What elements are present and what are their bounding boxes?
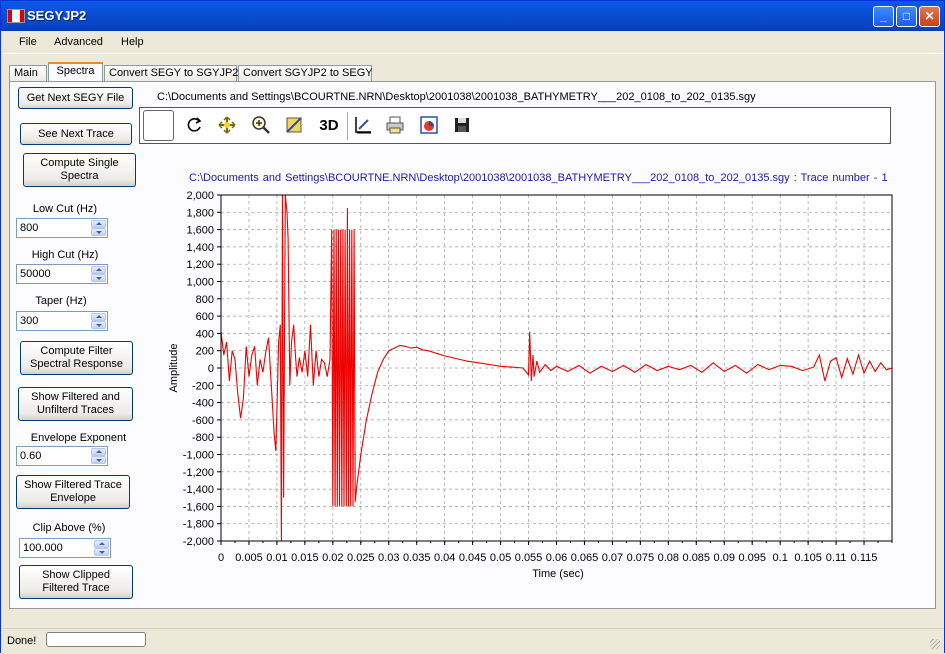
tab-main-label: Main bbox=[14, 67, 38, 79]
show-filtered-unfiltered-button[interactable]: Show Filtered and Unfilterd Traces bbox=[18, 387, 133, 421]
menu-help[interactable]: Help bbox=[121, 36, 144, 48]
see-next-trace-label: See Next Trace bbox=[38, 127, 114, 140]
spin-down-icon[interactable] bbox=[94, 548, 109, 556]
spin-up-icon[interactable] bbox=[91, 313, 106, 321]
spin-down-icon[interactable] bbox=[91, 456, 106, 464]
app-window: SEGYJP2 _ □ ✕ File Advanced Help Main Sp… bbox=[0, 0, 945, 653]
3d-label: 3D bbox=[319, 116, 339, 134]
taper-spinner[interactable]: 300 bbox=[16, 311, 108, 331]
spin-up-icon[interactable] bbox=[91, 448, 106, 456]
rotate-icon[interactable] bbox=[183, 114, 205, 136]
status-bar: Done! bbox=[1, 628, 944, 653]
tab-convert-segy-to-sgyjp2[interactable]: Convert SEGY to SGYJP2 bbox=[104, 65, 239, 81]
clip-above-spinner[interactable]: 100.000 bbox=[19, 538, 111, 558]
compute-filter-spectral-response-button[interactable]: Compute Filter Spectral Response bbox=[20, 341, 133, 375]
tab-convert-sgyjp2-label: Convert SGYJP2 to SEGY bbox=[243, 67, 373, 79]
low-cut-label: Low Cut (Hz) bbox=[32, 203, 98, 215]
envelope-exponent-label: Envelope Exponent bbox=[30, 432, 127, 444]
spin-down-icon[interactable] bbox=[91, 228, 106, 236]
spin-down-icon[interactable] bbox=[91, 321, 106, 329]
see-next-trace-button[interactable]: See Next Trace bbox=[20, 123, 132, 145]
window-title: SEGYJP2 bbox=[27, 8, 87, 23]
spin-down-icon[interactable] bbox=[91, 274, 106, 282]
high-cut-label: High Cut (Hz) bbox=[31, 249, 99, 261]
show-envelope-label-2: Envelope bbox=[50, 492, 96, 504]
clip-above-label: Clip Above (%) bbox=[32, 522, 106, 534]
print-icon[interactable] bbox=[384, 114, 406, 136]
spin-up-icon[interactable] bbox=[94, 540, 109, 548]
compute-single-label-2: Spectra bbox=[60, 170, 99, 182]
get-next-segy-label: Get Next SEGY File bbox=[26, 91, 125, 104]
high-cut-spinner[interactable]: 50000 bbox=[16, 264, 108, 284]
status-text: Done! bbox=[7, 635, 37, 647]
canada-flag-icon bbox=[7, 9, 25, 23]
resize-grip[interactable] bbox=[930, 639, 940, 649]
progress-bar bbox=[46, 632, 146, 647]
pan-icon[interactable] bbox=[216, 114, 238, 136]
title-bar: SEGYJP2 _ □ ✕ bbox=[1, 1, 944, 31]
compute-filter-label-2: Spectral Response bbox=[30, 358, 123, 370]
axes-edit-icon[interactable] bbox=[352, 114, 374, 136]
file-path-label: C:\Documents and Settings\BCOURTNE.NRN\D… bbox=[157, 91, 756, 103]
color-swatch-button[interactable] bbox=[143, 110, 174, 141]
taper-label: Taper (Hz) bbox=[35, 295, 87, 307]
taper-value: 300 bbox=[20, 315, 39, 327]
save-image-icon[interactable] bbox=[283, 114, 305, 136]
spin-up-icon[interactable] bbox=[91, 266, 106, 274]
get-next-segy-file-button[interactable]: Get Next SEGY File bbox=[18, 87, 133, 109]
compute-filter-label-1: Compute Filter bbox=[40, 345, 113, 357]
compute-single-spectra-button[interactable]: Compute Single Spectra bbox=[23, 153, 136, 187]
spectra-panel bbox=[9, 81, 936, 609]
tab-spectra[interactable]: Spectra bbox=[48, 62, 103, 81]
minimize-button[interactable]: _ bbox=[873, 6, 894, 27]
spin-up-icon[interactable] bbox=[91, 220, 106, 228]
save-icon[interactable] bbox=[451, 114, 473, 136]
chart-toolbar: 3D bbox=[139, 107, 891, 144]
show-clipped-label-2: Filtered Trace bbox=[42, 582, 110, 594]
chart-title: C:\Documents and Settings\BCOURTNE.NRN\D… bbox=[189, 172, 888, 184]
tab-convert-sgyjp2-to-segy[interactable]: Convert SGYJP2 to SEGY bbox=[238, 65, 373, 81]
menu-advanced[interactable]: Advanced bbox=[54, 36, 103, 48]
show-filtered-trace-envelope-button[interactable]: Show Filtered Trace Envelope bbox=[16, 475, 130, 509]
maximize-button[interactable]: □ bbox=[896, 6, 917, 27]
show-envelope-label-1: Show Filtered Trace bbox=[24, 479, 122, 491]
show-filtered-label-1: Show Filtered and bbox=[31, 391, 120, 403]
toolbar-divider bbox=[347, 112, 348, 140]
menu-file[interactable]: File bbox=[19, 36, 37, 48]
zoom-icon[interactable] bbox=[250, 114, 272, 136]
3d-icon[interactable]: 3D bbox=[316, 114, 342, 136]
show-clipped-filtered-trace-button[interactable]: Show Clipped Filtered Trace bbox=[19, 565, 133, 599]
compute-single-label-1: Compute Single bbox=[40, 157, 119, 169]
show-filtered-label-2: Unfilterd Traces bbox=[36, 404, 115, 416]
show-clipped-label-1: Show Clipped bbox=[42, 569, 110, 581]
envelope-exponent-spinner[interactable]: 0.60 bbox=[16, 446, 108, 466]
tab-main[interactable]: Main bbox=[9, 65, 47, 81]
high-cut-value: 50000 bbox=[20, 268, 51, 280]
export-icon[interactable] bbox=[418, 114, 440, 136]
low-cut-value: 800 bbox=[20, 222, 39, 234]
clip-above-value: 100.000 bbox=[23, 542, 63, 554]
tab-convert-segy-label: Convert SEGY to SGYJP2 bbox=[109, 67, 239, 79]
low-cut-spinner[interactable]: 800 bbox=[16, 218, 108, 238]
menu-bar: File Advanced Help bbox=[1, 31, 944, 54]
close-button[interactable]: ✕ bbox=[919, 6, 940, 27]
tab-spectra-label: Spectra bbox=[56, 65, 95, 77]
envelope-exponent-value: 0.60 bbox=[20, 450, 42, 462]
